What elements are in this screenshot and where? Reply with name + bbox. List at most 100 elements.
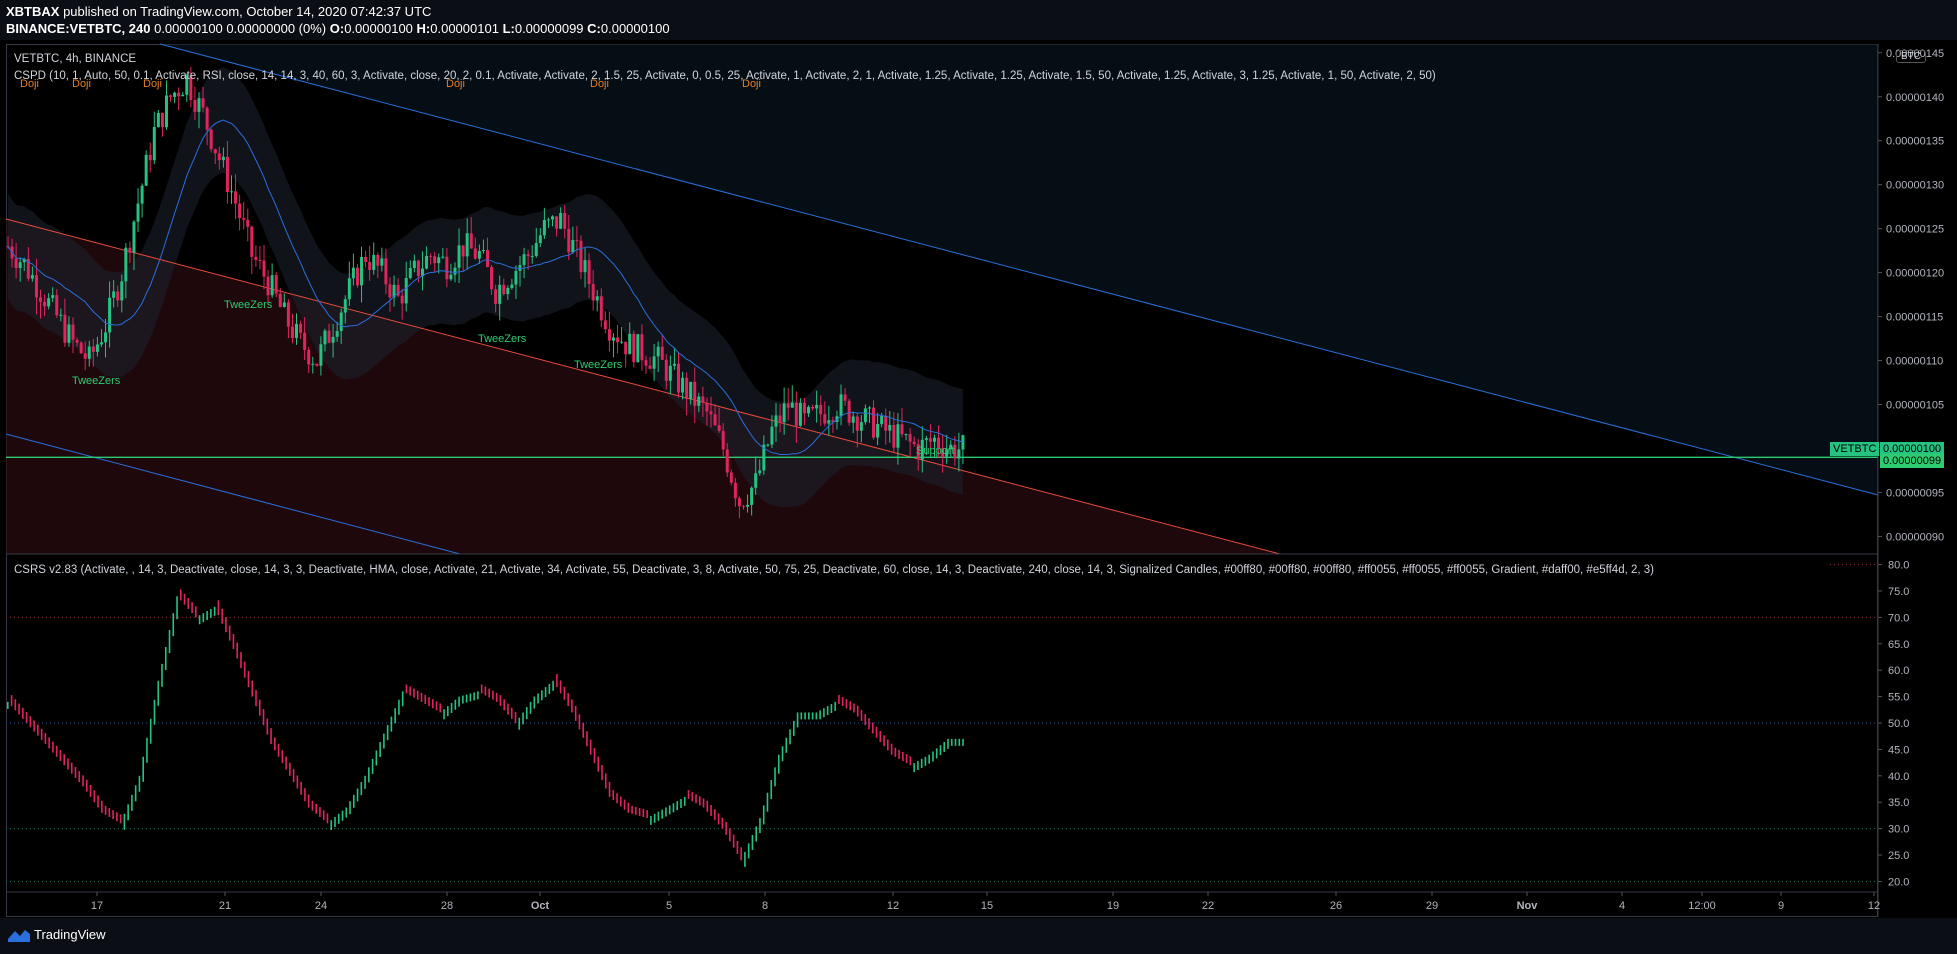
rsi-tick-label: 45.0: [1888, 744, 1909, 756]
rsi-bar: [454, 699, 457, 710]
main-title: VETBTC, 4h, BINANCE: [14, 53, 137, 65]
rsi-bar: [597, 756, 600, 772]
candle-body: [571, 240, 575, 253]
candle-body: [847, 400, 851, 423]
rsi-bar: [172, 613, 175, 637]
rsi-bar: [631, 805, 633, 814]
rsi-bar: [228, 625, 231, 641]
candle-body: [733, 482, 737, 499]
tweezers-label: TweeZers: [72, 375, 121, 387]
rsi-bar: [74, 766, 77, 778]
rsi-bar: [277, 743, 280, 757]
candle-body: [164, 95, 168, 128]
candle-body: [859, 422, 863, 431]
tweezers-label: TweeZers: [574, 359, 623, 371]
rsi-bar: [924, 756, 927, 766]
candle-body: [587, 260, 591, 285]
currency-badge[interactable]: BTC: [1896, 50, 1926, 63]
rsi-bar: [729, 828, 731, 842]
rsi-bar: [337, 813, 340, 824]
rsi-bar: [236, 642, 239, 659]
rsi-bar: [559, 680, 562, 694]
rsi-bar: [567, 693, 569, 707]
time-tick-label: 9: [1778, 900, 1784, 912]
candle-body: [652, 356, 656, 369]
rsi-tick-label: 50.0: [1888, 718, 1909, 730]
candle-body: [888, 424, 892, 431]
price-tick-label: 0.00000140: [1886, 92, 1944, 104]
rsi-bar: [413, 688, 415, 698]
candle-body: [193, 99, 197, 112]
rsi-bar: [518, 717, 521, 730]
rsi-bar: [232, 634, 235, 650]
rsi-bar: [352, 794, 355, 808]
candle-body: [685, 377, 689, 400]
candle-body: [75, 339, 79, 343]
rsi-bar: [533, 696, 536, 709]
rsi-bar: [161, 663, 163, 687]
brand-name[interactable]: TradingView: [34, 927, 106, 942]
rsi-bar: [537, 693, 539, 704]
rsi-bar: [67, 758, 69, 770]
rsi-bar: [484, 686, 487, 696]
sub-indicator-legend[interactable]: CSRS v2.83 (Activate, , 14, 3, Deactivat…: [14, 564, 1654, 576]
price-tick-label: 0.00000105: [1886, 400, 1944, 412]
rsi-bar: [522, 712, 524, 725]
rsi-bar: [747, 843, 750, 859]
rsi-bar: [439, 703, 442, 713]
rsi-bar: [183, 593, 186, 605]
candle-body: [851, 416, 855, 423]
rsi-bar: [104, 805, 107, 815]
rsi-bar: [330, 820, 333, 831]
rsi-bar: [751, 834, 754, 850]
rsi-bar: [123, 813, 126, 830]
rsi-bar: [853, 703, 855, 713]
rsi-bar: [785, 737, 788, 753]
rsi-bar: [932, 751, 934, 762]
rsi-bar: [574, 705, 577, 721]
candle-body: [144, 154, 148, 186]
candle-body: [250, 226, 254, 257]
rsi-bar: [939, 745, 942, 756]
rsi-bar: [883, 735, 885, 747]
candle-body: [599, 296, 603, 321]
candle-body: [628, 333, 632, 355]
rsi-bar: [266, 718, 269, 735]
candle-body: [607, 329, 611, 341]
rsi-bar: [868, 718, 870, 730]
candle-body: [595, 296, 599, 301]
candle-body: [737, 498, 741, 507]
tradingview-logo-icon[interactable]: [8, 928, 30, 942]
rsi-bar: [394, 708, 396, 724]
rsi-bar: [890, 743, 893, 755]
rsi-bar: [469, 693, 472, 702]
rsi-bar: [477, 691, 479, 700]
tweezers-label: TweeZers: [478, 333, 527, 345]
candle-body: [469, 233, 473, 249]
rsi-bar: [383, 733, 385, 749]
main-indicator-legend[interactable]: CSPD (10, 1, Auto, 50, 0.1, Activate, RS…: [14, 70, 1436, 82]
candle-body: [766, 444, 770, 446]
rsi-bar: [198, 615, 201, 625]
candle-body: [908, 434, 912, 442]
time-tick-label: 12: [1868, 900, 1880, 912]
candle-body: [892, 424, 896, 448]
candle-body: [433, 256, 437, 264]
rsi-bar: [887, 739, 889, 751]
rsi-bar: [29, 716, 32, 728]
candle-body: [319, 344, 323, 366]
candle-body: [282, 302, 286, 307]
candle-body: [506, 287, 510, 295]
rsi-bar: [82, 775, 84, 787]
price-tick-label: 0.00000115: [1886, 312, 1943, 324]
rsi-bar: [191, 602, 193, 614]
candle-body: [611, 337, 615, 341]
candle-body: [368, 261, 372, 270]
chart-svg[interactable]: Doji Doji Doji Doji Doji DojiTweeZersTweeZers…: [0, 0, 1957, 954]
candle-body: [729, 472, 733, 483]
rsi-bar: [578, 714, 581, 730]
candle-body: [713, 414, 717, 426]
candle-body: [563, 212, 567, 229]
rsi-bar: [450, 702, 453, 713]
rsi-bar: [702, 798, 705, 808]
